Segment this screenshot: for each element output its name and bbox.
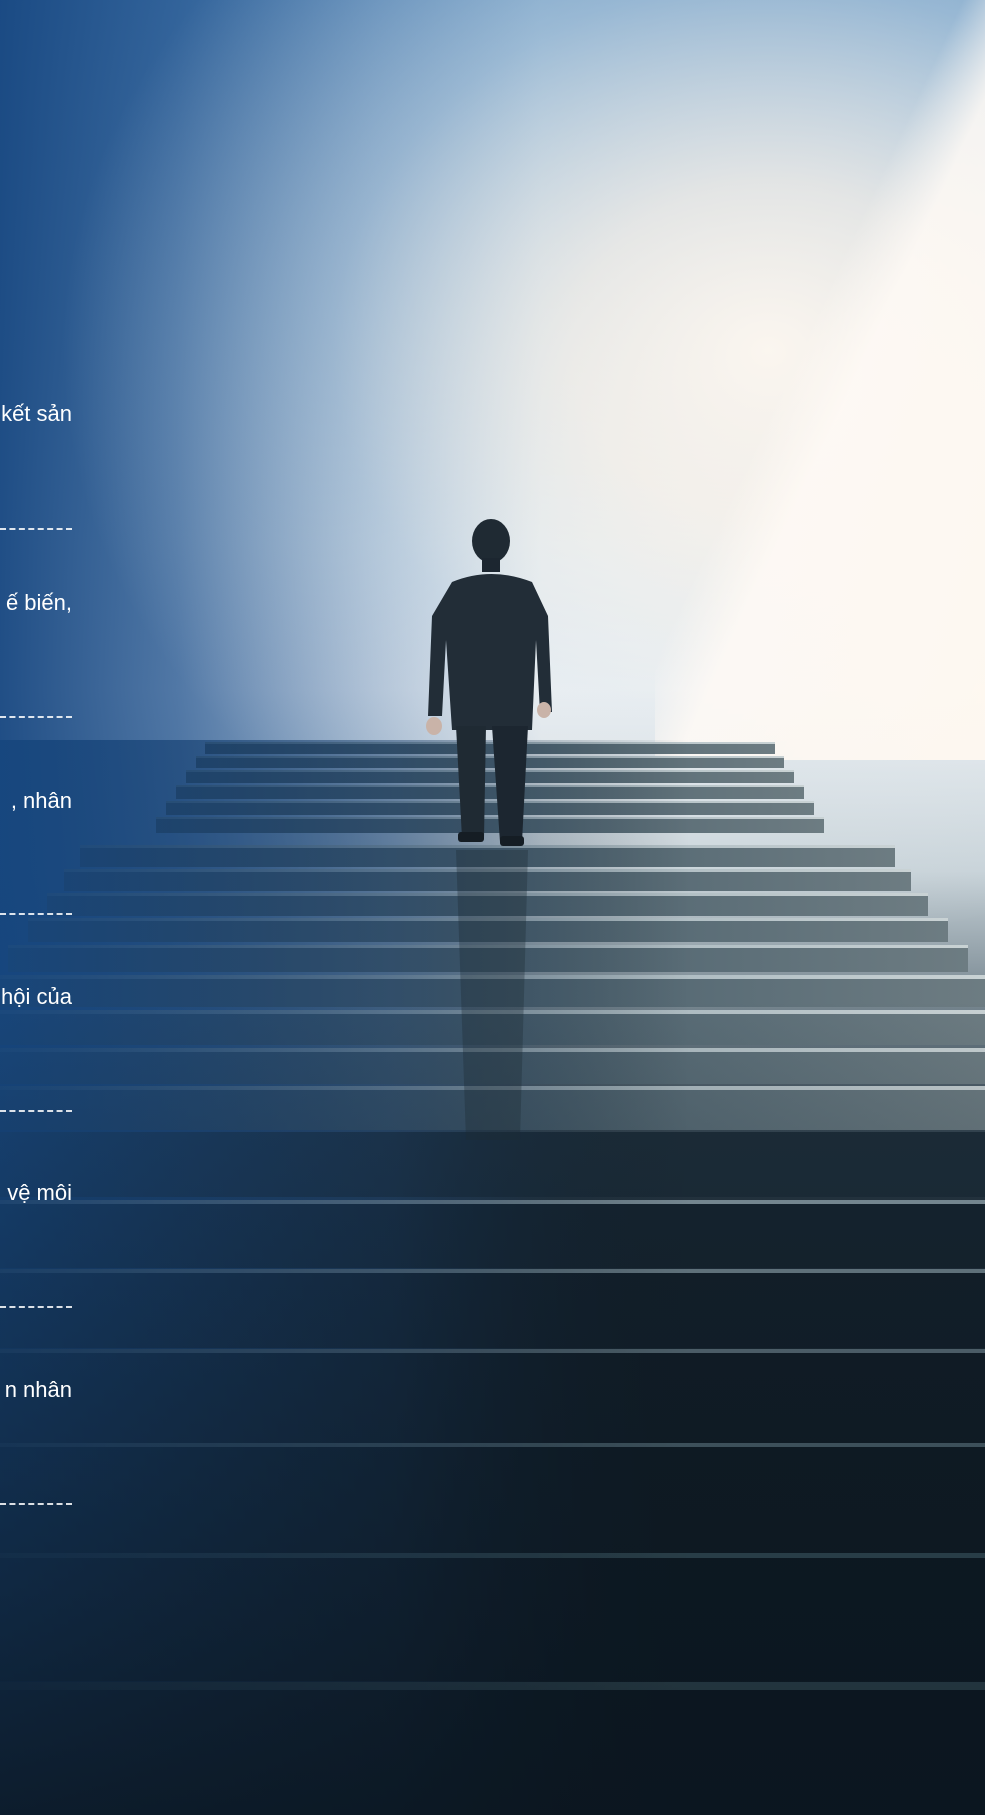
item-text-6: n nhân (4, 1377, 72, 1402)
dashed-separator (0, 1110, 72, 1112)
dashed-separator (0, 528, 72, 530)
item-text-2: ế biến, (5, 590, 72, 615)
item-text-4: hội của (1, 984, 72, 1009)
dashed-separator (0, 716, 72, 718)
page-background: kết sản ế biến, , nhân hội của vệ môi n … (0, 0, 985, 1815)
dashed-separator (0, 1306, 72, 1308)
text-column: kết sản ế biến, , nhân hội của vệ môi n … (0, 0, 72, 1815)
item-text-1: kết sản (1, 401, 72, 426)
staircase-illustration (0, 519, 985, 1815)
item-text-5: vệ môi (7, 1180, 72, 1205)
item-text-3: , nhân (10, 788, 72, 813)
dashed-separator (0, 913, 72, 915)
dashed-separator (0, 1503, 72, 1505)
